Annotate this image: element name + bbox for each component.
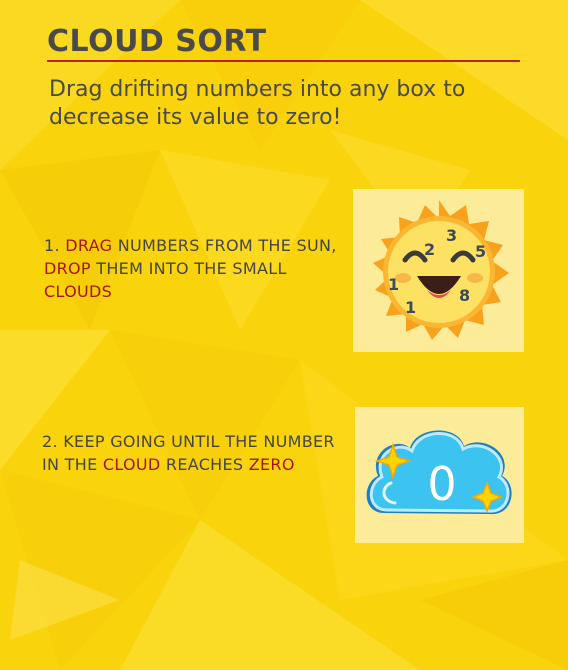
step-1-part: 1. — [44, 236, 66, 255]
sun-number[interactable]: 1 — [388, 275, 399, 294]
step-1-highlight-drag: DRAG — [65, 236, 113, 255]
cloud-value: 0 — [427, 457, 456, 511]
cloud-icon: 0 — [366, 430, 512, 515]
game-title: CLOUD SORT — [47, 24, 267, 59]
game-subtitle: Drag drifting numbers into any box to de… — [49, 77, 466, 130]
sun-number[interactable]: 5 — [475, 242, 486, 261]
instruction-step-1: 1. DRAG NUMBERS FROM THE SUN, DROP THEM … — [44, 234, 344, 303]
sun-number[interactable]: 8 — [459, 286, 470, 305]
title-divider — [47, 60, 520, 62]
sun-illustration-card: 3 2 5 1 8 1 — [353, 189, 524, 352]
sun-number[interactable]: 3 — [446, 226, 457, 245]
step-2-part: REACHES — [160, 455, 249, 474]
step-1-part: THEM INTO THE SMALL — [90, 259, 287, 278]
step-1-highlight-drop: DROP — [44, 259, 91, 278]
step-2-highlight-cloud: CLOUD — [102, 455, 161, 474]
sun-number[interactable]: 1 — [405, 298, 416, 317]
sun-icon: 3 2 5 1 8 1 — [373, 200, 509, 340]
step-2-highlight-zero: ZERO — [248, 455, 295, 474]
instruction-step-2: 2. KEEP GOING UNTIL THE NUMBER IN THE CL… — [42, 430, 342, 476]
sun-number[interactable]: 2 — [424, 240, 435, 259]
cloud-illustration-card: 0 — [355, 407, 524, 543]
step-1-part: NUMBERS FROM THE SUN, — [112, 236, 337, 255]
step-1-highlight-clouds: CLOUDS — [44, 282, 113, 301]
